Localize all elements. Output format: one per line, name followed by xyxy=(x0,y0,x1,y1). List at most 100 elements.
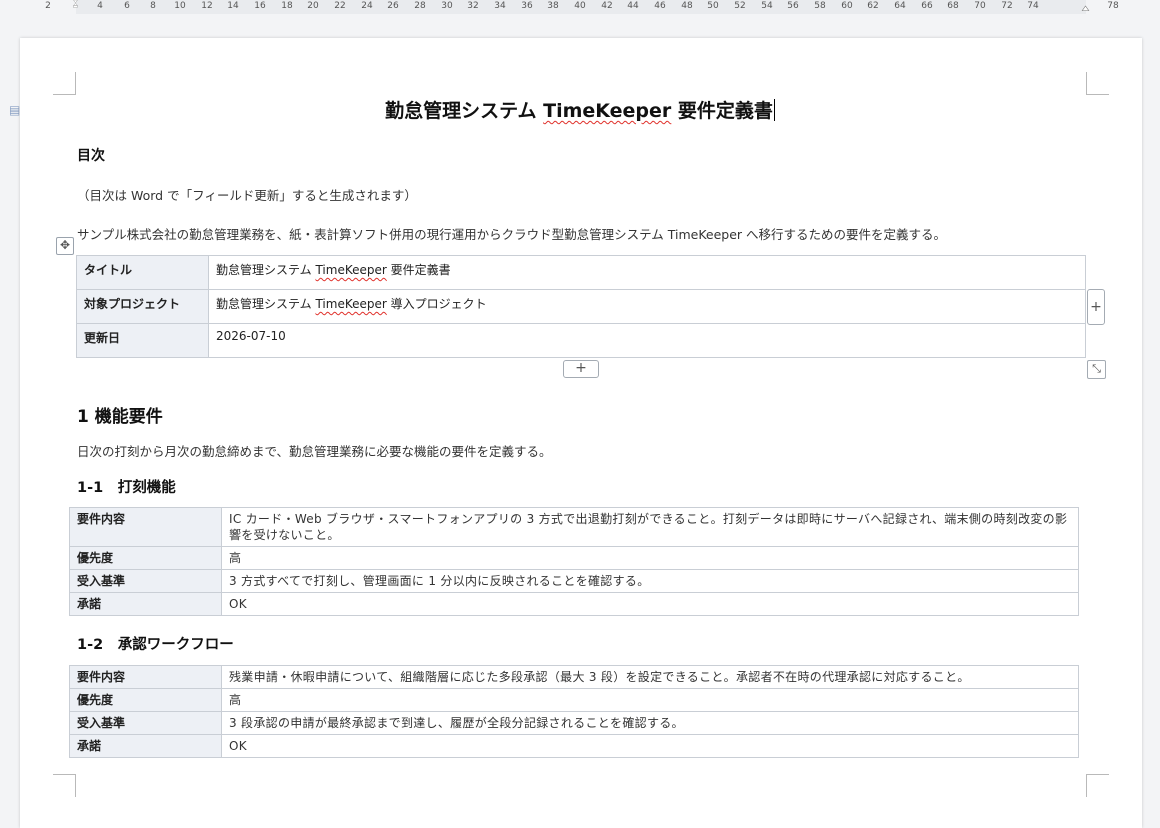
toc-heading[interactable]: 目次 xyxy=(77,145,105,165)
requirement-value[interactable]: 3 方式すべてで打刻し、管理画面に 1 分以内に反映されることを確認する。 xyxy=(221,569,1079,593)
ruler-number: 44 xyxy=(627,1,639,11)
ruler-number: 58 xyxy=(814,1,826,11)
ruler-number: 78 xyxy=(1107,1,1119,11)
table-row[interactable]: 要件内容 残業申請・休暇申請について、組織階層に応じた多段承認（最大 3 段）を設… xyxy=(69,665,1079,689)
requirement-label[interactable]: 優先度 xyxy=(69,546,222,570)
requirement-value[interactable]: 高 xyxy=(221,546,1079,570)
add-row-button[interactable]: + xyxy=(563,360,599,378)
requirement-label[interactable]: 優先度 xyxy=(69,688,222,712)
ruler-number: 32 xyxy=(467,1,479,11)
table-row[interactable]: タイトル 勤怠管理システム TimeKeeper 要件定義書 xyxy=(76,255,1086,290)
ruler-number: 50 xyxy=(707,1,719,11)
ruler-number: 28 xyxy=(414,1,426,11)
requirement-value[interactable]: 3 段承認の申請が最終承認まで到達し、履歴が全段分記録されることを確認する。 xyxy=(221,711,1079,735)
ruler-number: 52 xyxy=(734,1,746,11)
ruler-number: 8 xyxy=(150,1,156,11)
requirement-label[interactable]: 受入基準 xyxy=(69,711,222,735)
value-text: 勤怠管理システム xyxy=(216,263,316,277)
requirement-table-workflow[interactable]: 要件内容 残業申請・休暇申請について、組織階層に応じた多段承認（最大 3 段）を設… xyxy=(69,665,1079,758)
table-resize-icon[interactable]: ⤡ xyxy=(1087,360,1106,379)
ruler-number: 68 xyxy=(947,1,959,11)
requirement-value[interactable]: OK xyxy=(221,734,1079,758)
ruler-number: 38 xyxy=(547,1,559,11)
info-label[interactable]: 更新日 xyxy=(76,323,209,358)
horizontal-ruler[interactable]: 2 4 6 8 10 12 14 16 18 20 22 24 26 28 30 32 34 36 38 40 42 44… xyxy=(0,0,1160,16)
ruler-number: 72 xyxy=(1001,1,1013,11)
title-brand: TimeKeeper xyxy=(543,100,672,122)
ruler-number: 34 xyxy=(494,1,506,11)
ruler-number: 42 xyxy=(601,1,613,11)
ruler-number: 74 xyxy=(1027,1,1039,11)
table-row[interactable]: 優先度高 xyxy=(69,688,1079,712)
ruler-number: 40 xyxy=(574,1,586,11)
value-brand: TimeKeeper xyxy=(315,297,387,311)
document-title[interactable]: 勤怠管理システム TimeKeeper 要件定義書 xyxy=(0,96,1160,123)
crop-mark-top-right xyxy=(1086,72,1109,95)
requirement-value[interactable]: OK xyxy=(221,592,1079,616)
crop-mark-bottom-right xyxy=(1086,774,1109,797)
info-value[interactable]: 勤怠管理システム TimeKeeper 導入プロジェクト xyxy=(208,289,1086,324)
table-row[interactable]: 承諾 OK xyxy=(69,592,1079,616)
requirement-table-clocking[interactable]: 要件内容 IC カード・Web ブラウザ・スマートフォンアプリの 3 方式で出退勤… xyxy=(69,507,1079,616)
table-row[interactable]: 更新日 2026-07-10 xyxy=(76,323,1086,358)
requirement-label[interactable]: 要件内容 xyxy=(69,665,222,689)
ruler-number: 20 xyxy=(307,1,319,11)
requirement-label[interactable]: 承諾 xyxy=(69,734,222,758)
crop-mark-top-left xyxy=(53,72,76,95)
subsection-heading-clocking[interactable]: 1-1 打刻機能 xyxy=(77,476,176,497)
ruler-number: 24 xyxy=(361,1,373,11)
table-row[interactable]: 優先度高 xyxy=(69,546,1079,570)
table-row[interactable]: 受入基準 3 方式すべてで打刻し、管理画面に 1 分以内に反映されることを確認する… xyxy=(69,569,1079,593)
ruler-number: 2 xyxy=(45,1,51,11)
title-suffix: 要件定義書 xyxy=(671,100,773,122)
subsection-heading-workflow[interactable]: 1-2 承認ワークフロー xyxy=(77,633,234,654)
add-column-button[interactable]: + xyxy=(1087,289,1105,325)
requirement-label[interactable]: 受入基準 xyxy=(69,569,222,593)
crop-mark-bottom-left xyxy=(53,774,76,797)
table-row[interactable]: 承諾 OK xyxy=(69,734,1079,758)
section-description[interactable]: 日次の打刻から月次の勤怠締めまで、勤怠管理業務に必要な機能の要件を定義する。 xyxy=(77,441,552,460)
intro-text: サンプル株式会社の勤怠管理業務を、紙・表計算ソフト併用の現行運用からクラウド型勤… xyxy=(77,227,947,242)
table-move-handle-icon[interactable]: ✥ xyxy=(56,237,74,255)
table-row[interactable]: 受入基準 3 段承認の申請が最終承認まで到達し、履歴が全段分記録されることを確認す… xyxy=(69,711,1079,735)
ruler-number: 30 xyxy=(441,1,453,11)
title-prefix: 勤怠管理システム xyxy=(385,100,544,122)
ruler-number: 54 xyxy=(761,1,773,11)
requirement-value[interactable]: IC カード・Web ブラウザ・スマートフォンアプリの 3 方式で出退勤打刻がで… xyxy=(221,507,1079,547)
requirement-label[interactable]: 要件内容 xyxy=(69,507,222,547)
requirement-value[interactable]: 高 xyxy=(221,688,1079,712)
info-value[interactable]: 2026-07-10 xyxy=(208,323,1086,358)
ruler-number: 62 xyxy=(867,1,879,11)
ruler-number: 14 xyxy=(227,1,239,11)
ruler-number: 16 xyxy=(254,1,266,11)
value-text-suffix: 要件定義書 xyxy=(386,263,451,277)
ruler-number: 22 xyxy=(334,1,346,11)
ruler-number: 18 xyxy=(281,1,293,11)
requirement-label[interactable]: 承諾 xyxy=(69,592,222,616)
ruler-number: 6 xyxy=(124,1,130,11)
info-label[interactable]: 対象プロジェクト xyxy=(76,289,209,324)
intro-paragraph[interactable]: サンプル株式会社の勤怠管理業務を、紙・表計算ソフト併用の現行運用からクラウド型勤… xyxy=(77,224,946,243)
requirement-value[interactable]: 残業申請・休暇申請について、組織階層に応じた多段承認（最大 3 段）を設定できる… xyxy=(221,665,1079,689)
document-info-table[interactable]: タイトル 勤怠管理システム TimeKeeper 要件定義書 対象プロジェクト 勤怠管… xyxy=(76,255,1086,358)
info-value[interactable]: 勤怠管理システム TimeKeeper 要件定義書 xyxy=(208,255,1086,290)
ruler-number: 60 xyxy=(841,1,853,11)
toc-note[interactable]: （目次は Word で「フィールド更新」すると生成されます） xyxy=(77,185,417,204)
first-line-indent-marker[interactable] xyxy=(71,0,80,8)
ruler-number: 36 xyxy=(521,1,533,11)
value-text: 2026-07-10 xyxy=(216,329,286,343)
info-label[interactable]: タイトル xyxy=(76,255,209,290)
ruler-number: 4 xyxy=(97,1,103,11)
ruler-number: 46 xyxy=(654,1,666,11)
right-indent-marker[interactable] xyxy=(1081,4,1090,12)
ruler-number: 48 xyxy=(681,1,693,11)
ruler-number: 64 xyxy=(894,1,906,11)
ruler-number: 66 xyxy=(921,1,933,11)
table-row[interactable]: 対象プロジェクト 勤怠管理システム TimeKeeper 導入プロジェクト xyxy=(76,289,1086,324)
section-heading[interactable]: 1 機能要件 xyxy=(77,402,163,427)
value-text: 勤怠管理システム xyxy=(216,297,316,311)
ruler-number: 12 xyxy=(201,1,213,11)
text-cursor xyxy=(773,99,775,121)
ruler-number: 10 xyxy=(174,1,186,11)
table-row[interactable]: 要件内容 IC カード・Web ブラウザ・スマートフォンアプリの 3 方式で出退勤… xyxy=(69,507,1079,547)
